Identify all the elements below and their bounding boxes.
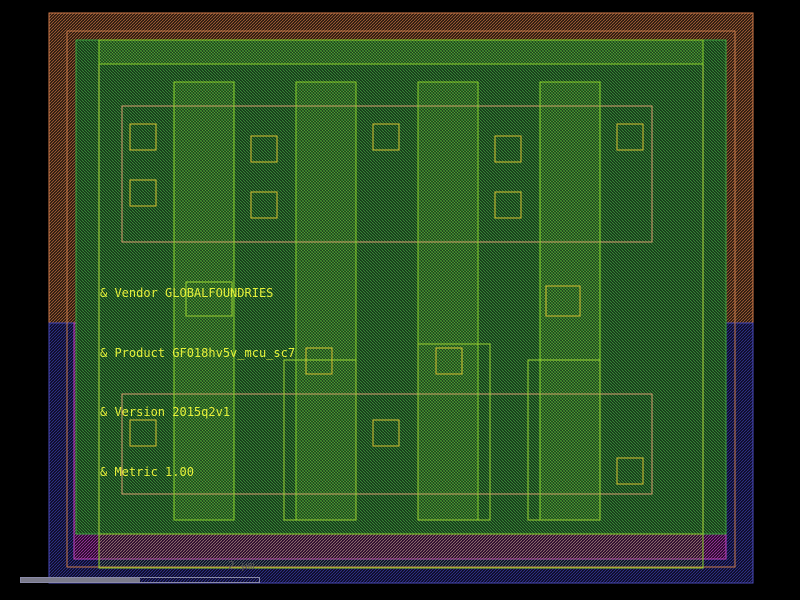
scale-label: 2 μm (228, 559, 255, 572)
vendor-label: & Vendor GLOBALFOUNDRIES (100, 286, 274, 300)
version-label: & Version 2015q2v1 (100, 405, 231, 419)
power-rail (98, 39, 704, 65)
scale-bar (20, 577, 260, 583)
poly-gate-3 (417, 81, 479, 521)
poly-gate-4 (539, 81, 601, 521)
ground-rail (98, 533, 704, 569)
poly-gate-2 (295, 81, 357, 521)
metric-label: & Metric 1.00 (100, 465, 194, 479)
poly-gate-1 (173, 81, 235, 521)
scale-bar-fill (21, 578, 140, 582)
product-label: & Product GF018hv5v_mcu_sc7 (100, 346, 296, 360)
cell-layout-canvas (48, 12, 754, 584)
